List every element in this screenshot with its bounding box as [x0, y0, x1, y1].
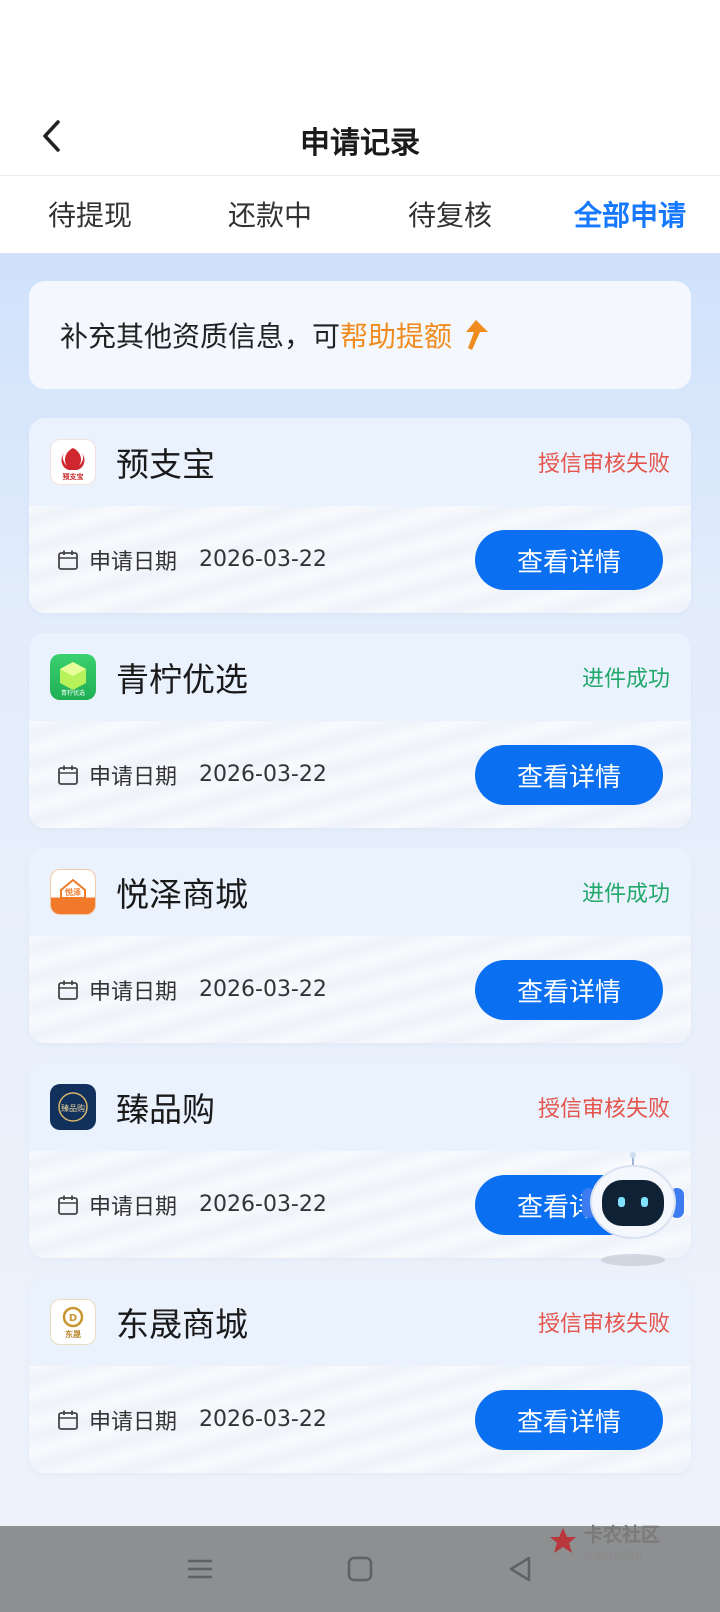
- application-card: 预支宝 预支宝 授信审核失败 申请日期 2026-03-22 查看详情: [29, 418, 691, 613]
- card-body: 申请日期 2026-03-22 查看详情: [29, 506, 691, 613]
- card-name: 悦泽商城: [116, 875, 248, 914]
- date-label: 申请日期: [89, 1194, 178, 1220]
- card-name: 东晟商城: [116, 1305, 248, 1344]
- tab-pending-withdraw[interactable]: 待提现: [0, 176, 180, 252]
- date-value: 2026-03-22: [199, 1407, 327, 1432]
- assistant-robot-button[interactable]: [578, 1150, 688, 1270]
- menu-icon: [188, 1559, 212, 1579]
- status-badge: 授信审核失败: [537, 1097, 670, 1122]
- date-label: 申请日期: [89, 764, 178, 790]
- date-value: 2026-03-22: [199, 1192, 327, 1217]
- nav-home-button[interactable]: [330, 1539, 390, 1599]
- logo-text: 东晟: [65, 1329, 81, 1339]
- tab-pending-review[interactable]: 待复核: [360, 176, 540, 252]
- calendar-icon: [57, 1409, 79, 1431]
- logo-text: 预支宝: [63, 472, 84, 481]
- nav-back-button[interactable]: [490, 1539, 550, 1599]
- date-label: 申请日期: [89, 1409, 178, 1435]
- tab-all-applications[interactable]: 全部申请: [540, 176, 720, 252]
- content-area: 补充其他资质信息，可 帮助提额 预支宝 预支宝 授信审核失败 申请日期 2026…: [0, 253, 720, 1526]
- title-bar: 申请记录: [0, 100, 720, 176]
- calendar-icon: [57, 549, 79, 571]
- card-header: 悦泽 悦泽商城 进件成功: [29, 848, 691, 936]
- card-name: 预支宝: [116, 445, 215, 484]
- date-value: 2026-03-22: [199, 547, 327, 572]
- watermark-title: 卡农社区: [583, 1524, 660, 1546]
- boost-limit-banner[interactable]: 补充其他资质信息，可 帮助提额: [29, 281, 691, 389]
- application-card: 青柠优选 青柠优选 进件成功 申请日期 2026-03-22 查看详情: [29, 633, 691, 828]
- card-name: 臻品购: [116, 1090, 215, 1129]
- date-value: 2026-03-22: [199, 762, 327, 787]
- card-body: 申请日期 2026-03-22 查看详情: [29, 721, 691, 828]
- robot-icon: [582, 1152, 684, 1266]
- date-label: 申请日期: [89, 979, 178, 1005]
- nav-menu-button[interactable]: [170, 1539, 230, 1599]
- banner-highlight: 帮助提额: [340, 320, 453, 353]
- tab-bar: 待提现 还款中 待复核 全部申请: [0, 176, 720, 252]
- watermark: 卡农社区 金融在线教育: [548, 1520, 660, 1562]
- calendar-icon: [57, 1194, 79, 1216]
- status-badge: 授信审核失败: [537, 1312, 670, 1337]
- card-header: 青柠优选 青柠优选 进件成功: [29, 633, 691, 721]
- application-card: D 东晟 东晟商城 授信审核失败 申请日期 2026-03-22 查看详情: [29, 1278, 691, 1473]
- status-badge: 进件成功: [581, 667, 670, 692]
- card-body: 申请日期 2026-03-22 查看详情: [29, 936, 691, 1043]
- view-details-button[interactable]: 查看详情: [475, 1390, 663, 1450]
- card-header: 预支宝 预支宝 授信审核失败: [29, 418, 691, 506]
- svg-text:D: D: [69, 1313, 77, 1324]
- logo-text: 臻品购: [61, 1103, 85, 1113]
- d-logo-icon: D 东晟: [50, 1299, 96, 1345]
- date-value: 2026-03-22: [199, 977, 327, 1002]
- house-logo-icon: 悦泽: [50, 869, 96, 915]
- logo-text: 青柠优选: [61, 689, 85, 697]
- tab-repaying[interactable]: 还款中: [180, 176, 360, 252]
- triangle-back-icon: [509, 1556, 531, 1582]
- date-label: 申请日期: [89, 549, 178, 575]
- phoenix-logo-icon: 预支宝: [50, 439, 96, 485]
- status-bar-area: [0, 0, 720, 100]
- card-body: 申请日期 2026-03-22 查看详情: [29, 1366, 691, 1473]
- application-card: 悦泽 悦泽商城 进件成功 申请日期 2026-03-22 查看详情: [29, 848, 691, 1043]
- status-badge: 授信审核失败: [537, 452, 670, 477]
- arrow-up-icon: [460, 318, 490, 352]
- view-details-button[interactable]: 查看详情: [475, 960, 663, 1020]
- cube-logo-icon: 青柠优选: [50, 654, 96, 700]
- watermark-logo-icon: [549, 1528, 576, 1553]
- card-name: 青柠优选: [116, 660, 248, 699]
- calendar-icon: [57, 764, 79, 786]
- view-details-button[interactable]: 查看详情: [475, 745, 663, 805]
- page-title: 申请记录: [300, 126, 420, 161]
- square-icon: [347, 1556, 373, 1582]
- card-header: D 东晟 东晟商城 授信审核失败: [29, 1278, 691, 1366]
- watermark-subtitle: 金融在线教育: [583, 1551, 644, 1562]
- view-details-button[interactable]: 查看详情: [475, 530, 663, 590]
- logo-text: 悦泽: [65, 887, 81, 897]
- banner-text: 补充其他资质信息，可: [60, 320, 341, 353]
- card-header: 臻品购 臻品购 授信审核失败: [29, 1063, 691, 1151]
- status-badge: 进件成功: [581, 882, 670, 907]
- calendar-icon: [57, 979, 79, 1001]
- circle-logo-icon: 臻品购: [50, 1084, 96, 1130]
